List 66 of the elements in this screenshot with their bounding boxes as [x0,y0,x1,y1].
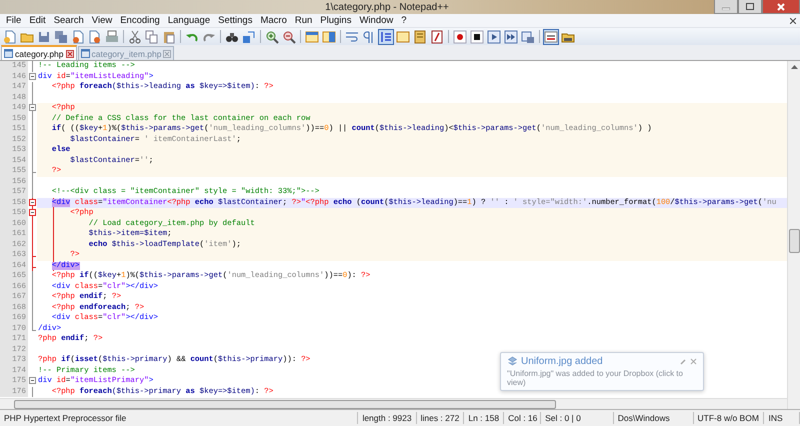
box-icon [507,356,518,367]
document-icon [4,49,13,58]
scroll-thumb[interactable] [788,229,800,253]
maximize-icon[interactable] [738,0,762,14]
status-text: lines : 272 [416,412,464,424]
menu-item[interactable]: Encoding [116,15,164,26]
menu-item[interactable]: View [88,15,116,26]
zoom-out-icon[interactable] [282,30,296,44]
status-text: UTF-8 w/o BOM [694,412,764,424]
document-icon [80,49,90,58]
notification-message: "Uniform.jpg" was added to your Dropbox (click to view) [507,369,684,387]
stop-icon[interactable] [470,30,484,44]
scroll-up-icon[interactable] [790,64,798,69]
status-text: PHP Hypertext Preprocessor file [0,412,358,424]
menu-item[interactable]: File [2,15,26,26]
menu-item[interactable]: Window [355,15,398,26]
file-tab[interactable]: category.php [1,45,77,60]
save-macro-icon[interactable] [521,30,535,44]
horizontal-scrollbar[interactable] [0,398,787,409]
fold-minus-icon[interactable] [29,104,36,111]
status-text: Ln : 158 [464,412,504,424]
document-map-icon[interactable] [413,30,427,44]
fold-minus-icon[interactable] [29,377,36,384]
close-file-icon[interactable] [71,30,85,44]
record-icon[interactable] [453,30,467,44]
menu-item[interactable]: Language [164,15,214,26]
indent-guide-icon[interactable] [379,30,393,44]
save-all-icon[interactable] [54,30,68,44]
status-text: Sel : 0 | 0 [541,412,614,424]
function-list-icon[interactable] [430,30,444,44]
cut-icon[interactable] [128,30,142,44]
menu-item[interactable]: Edit [25,15,50,26]
minimize-icon[interactable] [714,0,738,14]
play-multiple-icon[interactable] [504,30,518,44]
window-icon[interactable] [322,30,336,44]
copy-icon[interactable] [145,30,159,44]
close-icon[interactable] [790,18,796,24]
wrap-icon[interactable] [345,30,359,44]
fold-minus-icon[interactable] [29,72,36,80]
vertical-scrollbar[interactable] [787,61,800,409]
save-icon[interactable] [37,30,51,44]
print-icon[interactable] [105,30,119,44]
menu-item[interactable]: Macro [256,15,291,26]
play-icon[interactable] [487,30,501,44]
menu-item[interactable]: ? [397,15,411,26]
zoom-in-icon[interactable] [265,30,279,44]
spellcheck-icon[interactable] [544,30,558,44]
menu-item[interactable]: Plugins [316,15,356,26]
replace-icon[interactable] [242,30,256,44]
menu-item[interactable]: Search [50,15,88,26]
notification-title: Uniform.jpg added [521,356,603,367]
new-file-icon[interactable] [3,30,17,44]
status-text: Dos\Windows [614,412,694,424]
close-icon[interactable] [66,50,74,58]
scroll-thumb[interactable] [14,400,556,408]
window-title: 1\category.php - Notepad++ [324,2,450,12]
menu-item[interactable]: Run [290,15,316,26]
status-text: INS [764,412,800,424]
paste-icon[interactable] [162,30,176,44]
status-text: Col : 16 [504,412,542,424]
close-all-icon[interactable] [88,30,102,44]
close-icon[interactable] [762,0,800,14]
panel-icon[interactable] [396,30,410,44]
menu-item[interactable]: Settings [214,15,256,26]
status-text: length : 9923 [358,412,417,424]
window-icon[interactable] [305,30,319,44]
